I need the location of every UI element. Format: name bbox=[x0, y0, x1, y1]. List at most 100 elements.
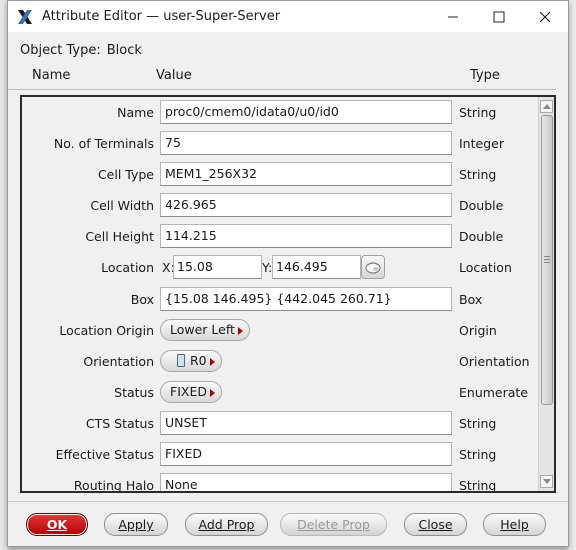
scrollbar-thumb[interactable] bbox=[541, 115, 553, 405]
cell-type-field[interactable]: MEM1_256X32 bbox=[160, 162, 452, 186]
box-field[interactable]: {15.08 146.495} {442.045 260.71} bbox=[160, 287, 452, 311]
status-menu-button[interactable]: FIXED bbox=[160, 381, 222, 403]
attribute-row-routing-halo: Routing Halo None String bbox=[22, 471, 538, 493]
attribute-type: Origin bbox=[459, 323, 497, 338]
help-button[interactable]: Help bbox=[483, 513, 546, 536]
attribute-type: String bbox=[459, 478, 497, 493]
attribute-row-terminals: No. of Terminals 75 Integer bbox=[22, 129, 538, 160]
ok-button[interactable]: OK bbox=[26, 513, 88, 536]
attribute-label: No. of Terminals bbox=[53, 136, 154, 151]
attribute-type: String bbox=[459, 105, 497, 120]
attribute-label: Name bbox=[117, 105, 154, 120]
scroll-down-arrow-icon[interactable] bbox=[540, 475, 553, 488]
attribute-type: Double bbox=[459, 229, 504, 244]
minimize-icon bbox=[448, 16, 458, 17]
grip-icon bbox=[544, 256, 550, 263]
attribute-label: Cell Width bbox=[90, 198, 154, 213]
menu-arrow-icon bbox=[209, 358, 215, 366]
add-prop-label: Add Prop bbox=[198, 517, 255, 532]
attribute-label: Box bbox=[130, 292, 154, 307]
attribute-row-effective-status: Effective Status FIXED String bbox=[22, 440, 538, 471]
apply-label: Apply bbox=[118, 517, 154, 532]
delete-prop-label: Delete Prop bbox=[297, 517, 370, 532]
header-divider bbox=[8, 89, 556, 90]
minimize-button[interactable] bbox=[430, 1, 476, 32]
column-header-name: Name bbox=[32, 68, 71, 83]
attribute-label: Location bbox=[101, 260, 154, 275]
menu-arrow-icon bbox=[209, 389, 215, 397]
attribute-grid: Name proc0/cmem0/idata0/u0/id0 String No… bbox=[20, 95, 556, 493]
attribute-type: Orientation bbox=[459, 354, 530, 369]
attribute-editor-dialog: Attribute Editor — user-Super-Server Obj… bbox=[7, 0, 569, 547]
attribute-label: Orientation bbox=[83, 354, 154, 369]
delete-prop-button[interactable]: Delete Prop bbox=[280, 513, 387, 536]
attribute-row-cell-type: Cell Type MEM1_256X32 String bbox=[22, 160, 538, 191]
maximize-button[interactable] bbox=[476, 1, 522, 32]
status-value: FIXED bbox=[170, 384, 207, 399]
background-app-right bbox=[568, 0, 576, 550]
attribute-label: Effective Status bbox=[55, 447, 154, 462]
object-type-label: Object Type: bbox=[20, 43, 101, 58]
attribute-label: CTS Status bbox=[85, 416, 154, 431]
app-x-logo-icon bbox=[18, 9, 32, 24]
cell-width-field[interactable]: 426.965 bbox=[160, 193, 452, 217]
mouse-icon bbox=[365, 262, 381, 274]
apply-button[interactable]: Apply bbox=[104, 513, 168, 536]
attribute-label: Status bbox=[114, 385, 154, 400]
attribute-type: Integer bbox=[459, 136, 504, 151]
object-type-value: Block bbox=[106, 43, 142, 58]
attribute-row-orientation: Orientation R0 Orientation bbox=[22, 347, 538, 378]
attribute-row-cell-height: Cell Height 114.215 Double bbox=[22, 222, 538, 253]
attribute-row-location-origin: Location Origin Lower Left Origin bbox=[22, 316, 538, 347]
scroll-up-arrow-icon[interactable] bbox=[540, 100, 553, 113]
attribute-label: Cell Height bbox=[85, 229, 154, 244]
attribute-type: Box bbox=[459, 292, 483, 307]
name-field[interactable]: proc0/cmem0/idata0/u0/id0 bbox=[160, 100, 452, 124]
maximize-icon bbox=[493, 11, 505, 22]
close-dialog-button[interactable]: Close bbox=[404, 513, 467, 536]
effective-status-field[interactable]: FIXED bbox=[160, 442, 452, 466]
ok-label: OK bbox=[46, 517, 68, 532]
attribute-label: Routing Halo bbox=[73, 478, 154, 493]
location-y-label: Y: bbox=[262, 260, 273, 275]
pick-location-button[interactable] bbox=[361, 255, 385, 279]
attribute-type: Location bbox=[459, 260, 512, 275]
window-title: Attribute Editor — user-Super-Server bbox=[42, 9, 281, 24]
orientation-r0-icon bbox=[177, 354, 185, 367]
column-header-value: Value bbox=[156, 68, 192, 83]
attribute-type: String bbox=[459, 447, 497, 462]
close-icon bbox=[539, 11, 551, 22]
location-origin-value: Lower Left bbox=[170, 322, 235, 337]
attribute-type: String bbox=[459, 167, 497, 182]
attribute-label: Cell Type bbox=[97, 167, 154, 182]
attribute-type: Double bbox=[459, 198, 504, 213]
location-origin-menu-button[interactable]: Lower Left bbox=[160, 319, 250, 341]
attribute-row-cell-width: Cell Width 426.965 Double bbox=[22, 191, 538, 222]
cell-height-field[interactable]: 114.215 bbox=[160, 224, 452, 248]
footer-divider bbox=[8, 501, 568, 502]
terminals-field[interactable]: 75 bbox=[160, 131, 452, 155]
attribute-type: String bbox=[459, 416, 497, 431]
location-y-field[interactable]: 146.495 bbox=[272, 255, 361, 279]
attribute-label: Location Origin bbox=[59, 323, 154, 338]
close-label: Close bbox=[418, 517, 453, 532]
orientation-value: R0 bbox=[190, 353, 207, 368]
cts-status-field[interactable]: UNSET bbox=[160, 411, 452, 435]
attribute-row-cts-status: CTS Status UNSET String bbox=[22, 409, 538, 440]
close-button[interactable] bbox=[522, 1, 568, 32]
title-bar[interactable]: Attribute Editor — user-Super-Server bbox=[8, 1, 568, 32]
attribute-type: Enumerate bbox=[459, 385, 529, 400]
menu-arrow-icon bbox=[237, 327, 243, 335]
routing-halo-field[interactable]: None bbox=[160, 473, 452, 491]
vertical-scrollbar[interactable] bbox=[538, 97, 554, 491]
attribute-row-location: Location X: 15.08 Y: 146.495 Location bbox=[22, 253, 538, 284]
object-type-line: Object Type: Block bbox=[20, 43, 142, 58]
orientation-menu-button[interactable]: R0 bbox=[160, 350, 222, 372]
help-label: Help bbox=[500, 517, 529, 532]
attribute-row-name: Name proc0/cmem0/idata0/u0/id0 String bbox=[22, 98, 538, 129]
attribute-row-box: Box {15.08 146.495} {442.045 260.71} Box bbox=[22, 285, 538, 316]
column-header-type: Type bbox=[470, 68, 500, 83]
location-x-field[interactable]: 15.08 bbox=[173, 255, 262, 279]
add-prop-button[interactable]: Add Prop bbox=[185, 513, 268, 536]
attribute-row-status: Status FIXED Enumerate bbox=[22, 378, 538, 409]
